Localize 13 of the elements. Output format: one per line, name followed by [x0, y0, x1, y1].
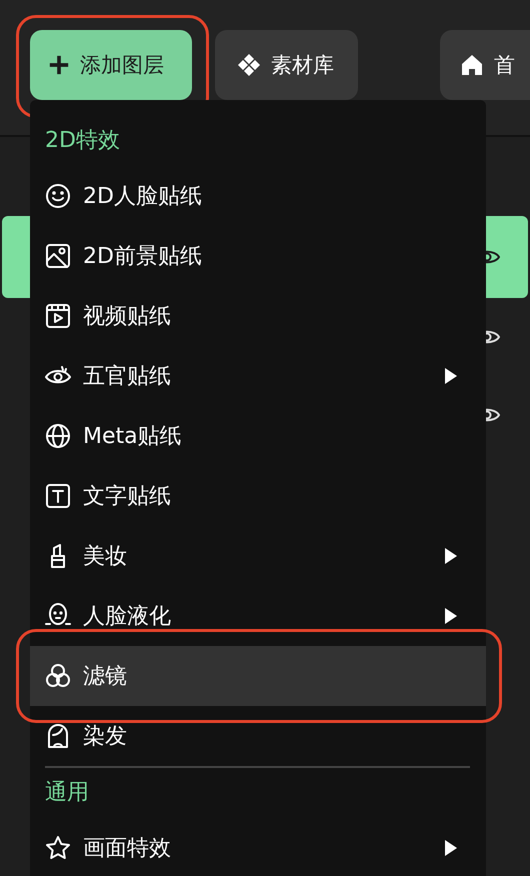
menu-item-label: 美妆: [83, 543, 128, 571]
menu-item-label: 染发: [83, 723, 128, 751]
menu-item-label: 2D前景贴纸: [83, 243, 203, 271]
menu-item-label: Meta贴纸: [83, 423, 183, 451]
section-header: 2D特效: [44, 127, 121, 155]
menu-item-label: 人脸液化: [83, 603, 172, 631]
menu-item-label: 2D人脸贴纸: [83, 183, 203, 211]
menu-item-label: 滤镜: [83, 663, 128, 691]
menu-item-label: 文字贴纸: [83, 483, 172, 511]
menu-item-label: 视频贴纸: [83, 303, 172, 331]
section-header: 通用: [44, 779, 90, 807]
menu-item-label: 画面特效: [83, 835, 172, 863]
menu-item-label: 五官贴纸: [83, 363, 172, 391]
